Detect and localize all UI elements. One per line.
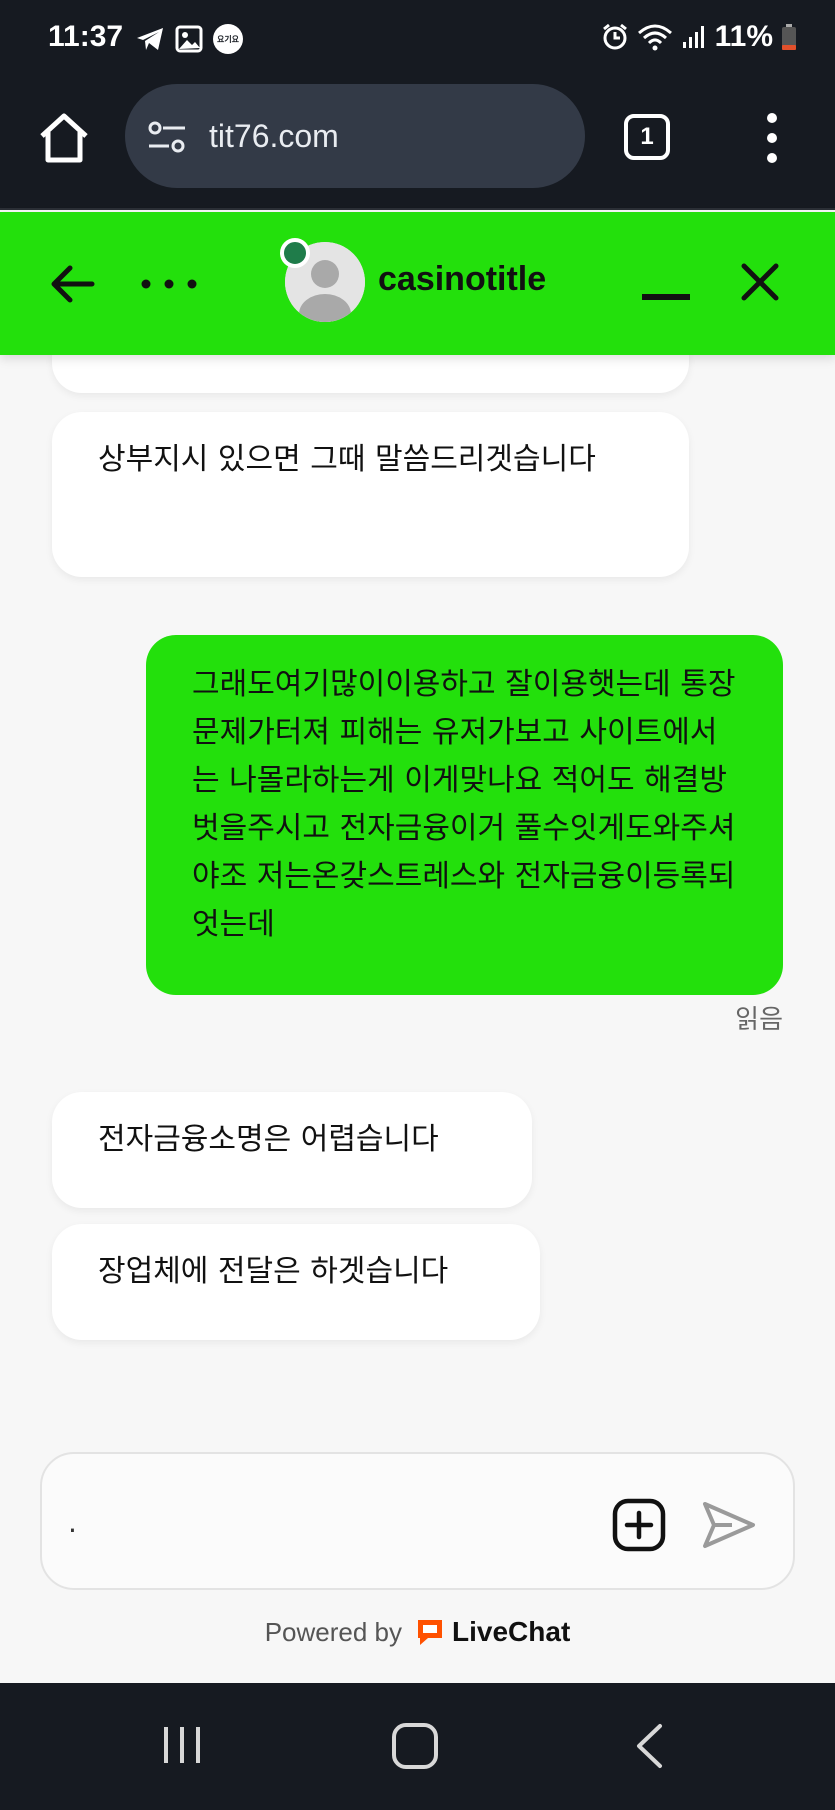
add-attachment-icon[interactable] xyxy=(612,1498,666,1552)
home-icon[interactable] xyxy=(36,110,92,166)
agent-name: casinotitle xyxy=(378,260,547,298)
nav-back-icon[interactable] xyxy=(634,1723,664,1769)
yogiyo-badge-icon: 요기요 xyxy=(213,24,243,54)
browser-toolbar: tit76.com 1 xyxy=(0,80,835,210)
livechat-brand: LiveChat xyxy=(452,1616,571,1647)
message-text: 상부지시 있으면 그때 말씀드리겟습니다 xyxy=(98,442,596,477)
message-text: 장업체에 전달은 하겟습니다 xyxy=(98,1254,449,1289)
minimize-button[interactable] xyxy=(642,294,690,300)
message-text: 그래도여기많이이용하고 잘이용햇는데 통장문제가터져 피해는 유저가보고 사이트… xyxy=(192,667,736,942)
user-message-bubble: 그래도여기많이이용하고 잘이용햇는데 통장문제가터져 피해는 유저가보고 사이트… xyxy=(146,635,783,995)
wifi-icon xyxy=(637,24,672,51)
agent-message-bubble: 장업체에 전달은 하겟습니다 xyxy=(52,1224,540,1340)
nav-home-button[interactable] xyxy=(392,1723,438,1769)
message-composer xyxy=(40,1452,795,1590)
telegram-icon xyxy=(137,28,163,50)
address-bar[interactable]: tit76.com xyxy=(125,84,585,188)
signal-icon xyxy=(682,26,704,48)
recent-apps-icon[interactable] xyxy=(160,1725,204,1765)
tab-switcher-button[interactable]: 1 xyxy=(624,114,670,160)
powered-by-footer: Powered by LiveChat xyxy=(0,1616,835,1648)
status-time: 11:37 xyxy=(48,20,124,53)
battery-icon xyxy=(782,24,796,50)
system-nav-bar xyxy=(0,1683,835,1810)
url-text[interactable]: tit76.com xyxy=(209,118,339,155)
agent-message-bubble: 전자금융소명은 어렵습니다 xyxy=(52,1092,532,1208)
agent-message-bubble: 상부지시 있으면 그때 말씀드리겟습니다 xyxy=(52,412,689,577)
livechat-icon xyxy=(418,1620,443,1645)
status-bar: 11:37 요기요 11% xyxy=(0,0,835,80)
read-receipt: 읽음 xyxy=(735,1005,783,1035)
back-arrow-icon[interactable] xyxy=(48,260,96,308)
powered-by-text: Powered by xyxy=(264,1616,403,1647)
message-text: 전자금융소명은 어렵습니다 xyxy=(98,1122,439,1157)
agent-message-bubble xyxy=(52,355,689,393)
more-horiz-icon[interactable] xyxy=(140,272,198,296)
close-icon[interactable] xyxy=(740,262,780,302)
chat-header: casinotitle xyxy=(0,212,835,355)
message-list[interactable]: 상부지시 있으면 그때 말씀드리겟습니다 그래도여기많이이용하고 잘이용햇는데 … xyxy=(0,355,835,1445)
online-status-dot xyxy=(280,238,310,268)
more-vert-icon[interactable] xyxy=(760,112,784,164)
livechat-logo[interactable]: LiveChat xyxy=(414,1616,570,1648)
site-settings-icon[interactable] xyxy=(147,119,187,155)
alarm-icon xyxy=(602,23,627,50)
gallery-icon xyxy=(175,25,203,53)
send-icon[interactable] xyxy=(702,1500,756,1550)
message-input[interactable] xyxy=(68,1494,628,1550)
battery-percentage: 11% xyxy=(714,20,773,53)
